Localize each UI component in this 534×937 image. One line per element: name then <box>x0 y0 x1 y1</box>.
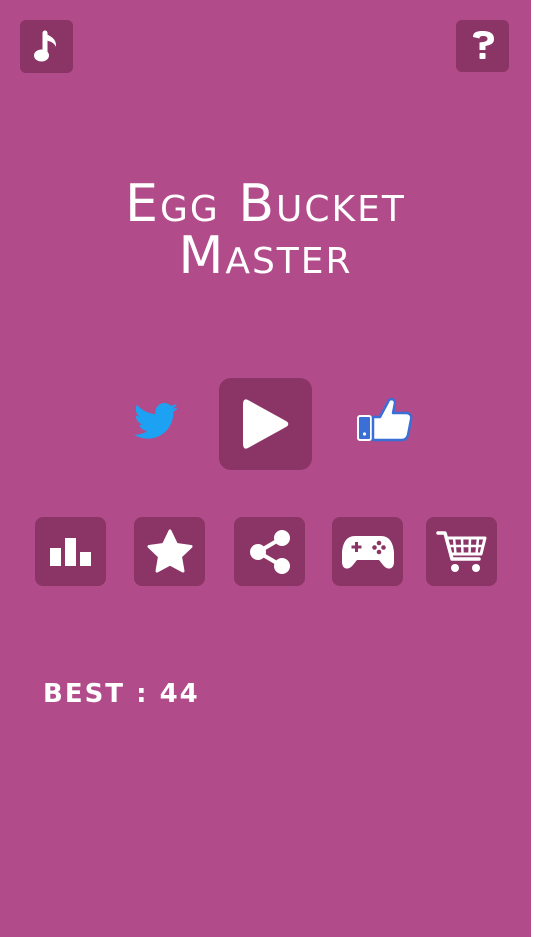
bar-chart-icon <box>49 537 91 566</box>
leaderboard-button[interactable] <box>35 517 106 586</box>
gamepad-icon <box>341 535 394 569</box>
music-toggle-button[interactable] <box>20 20 73 73</box>
game-title-line-2: Master <box>178 226 353 286</box>
rate-button[interactable] <box>134 517 205 586</box>
play-icon <box>242 399 288 449</box>
share-button[interactable] <box>234 517 305 586</box>
best-score-value: 44 <box>159 679 200 709</box>
best-score-separator: : <box>125 679 160 709</box>
best-score: BEST : 44 <box>43 678 200 710</box>
shop-button[interactable] <box>426 517 497 586</box>
twitter-bird-icon <box>134 403 178 439</box>
like-button[interactable] <box>356 396 414 444</box>
music-note-icon <box>33 30 56 61</box>
share-icon <box>249 529 290 574</box>
best-score-label: BEST <box>43 679 126 709</box>
more-games-button[interactable] <box>332 517 403 586</box>
help-button[interactable] <box>456 20 509 72</box>
star-icon <box>147 529 192 572</box>
twitter-button[interactable] <box>128 398 184 446</box>
shopping-cart-icon <box>435 530 486 572</box>
game-title-line-1: Egg Bucket <box>125 174 406 234</box>
thumbs-up-icon <box>357 397 413 442</box>
menu-screen: Egg Bucket Master BEST: 44 <box>0 0 531 937</box>
game-title: Egg Bucket Master <box>0 178 531 282</box>
question-mark-icon <box>472 31 494 59</box>
play-button[interactable] <box>219 378 312 470</box>
